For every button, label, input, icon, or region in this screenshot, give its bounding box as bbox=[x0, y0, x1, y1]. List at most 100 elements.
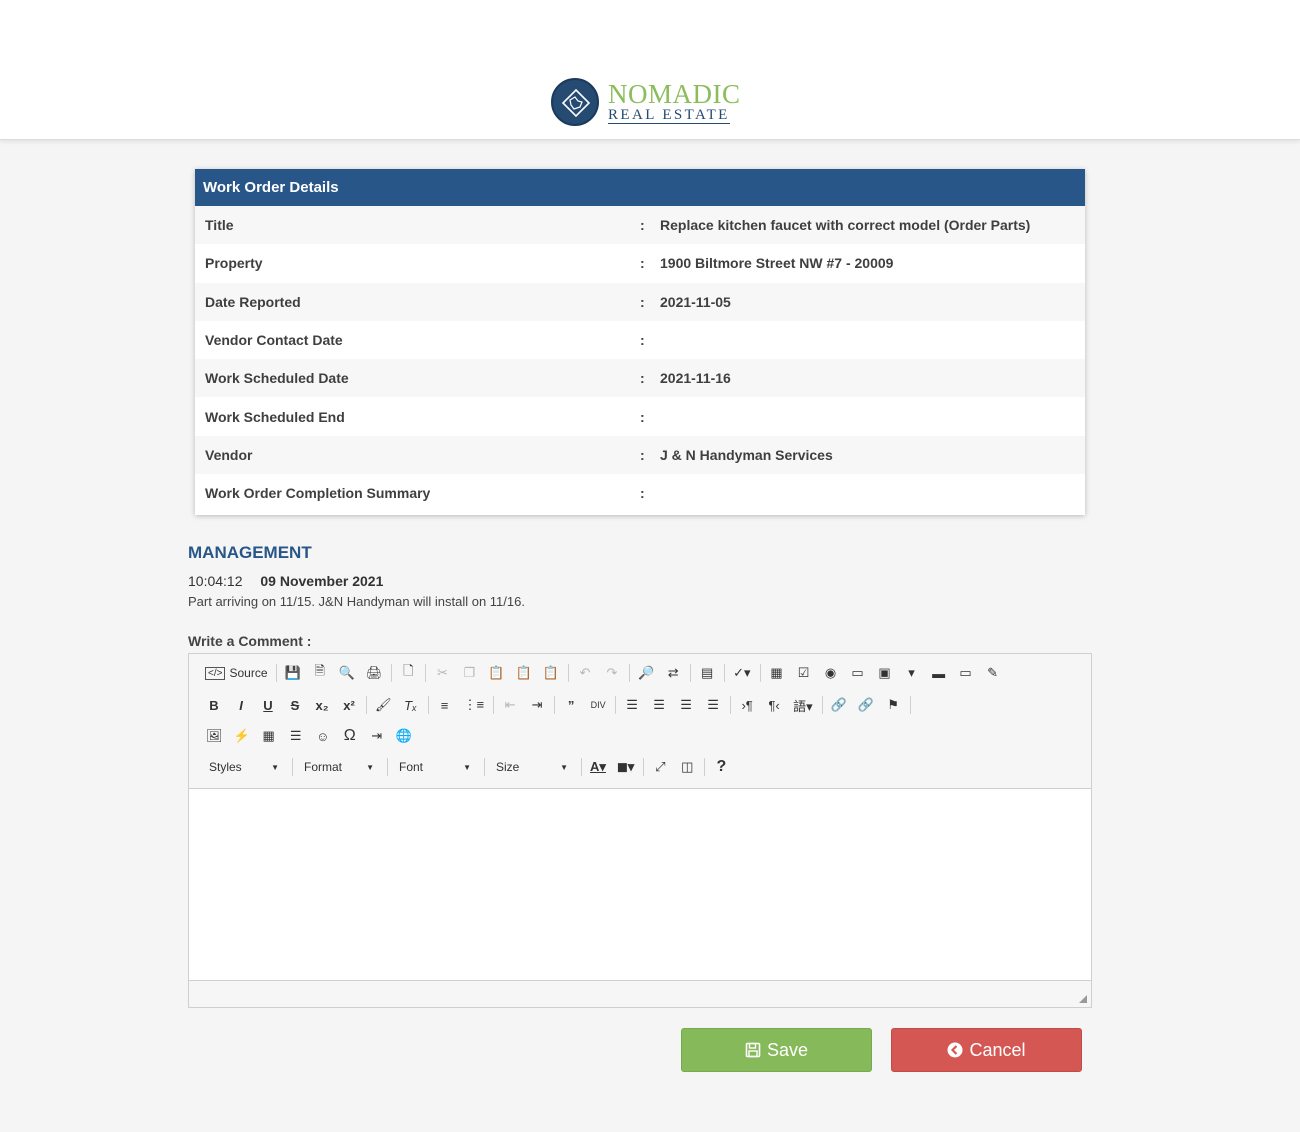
replace-icon[interactable]: ⇄ bbox=[662, 662, 684, 684]
strikethrough-icon[interactable]: S bbox=[284, 694, 306, 716]
card-title: Work Order Details bbox=[195, 169, 1085, 206]
write-comment-label: Write a Comment : bbox=[188, 633, 312, 649]
source-button[interactable]: </> Source bbox=[203, 662, 270, 684]
styles-dropdown[interactable]: Styles ▼ bbox=[203, 756, 285, 778]
new-page-icon[interactable]: 🗎 bbox=[309, 662, 331, 684]
help-icon[interactable]: ? bbox=[710, 756, 732, 778]
horizontal-line-icon[interactable]: ☰ bbox=[285, 725, 307, 747]
detail-value: J & N Handyman Services bbox=[660, 446, 833, 463]
paste-icon[interactable]: 📋 bbox=[485, 662, 507, 684]
button-field-icon[interactable]: ▬ bbox=[928, 662, 950, 684]
language-icon[interactable]: 語▾ bbox=[790, 694, 816, 716]
detail-label: Property bbox=[205, 255, 263, 272]
font-dropdown[interactable]: Font ▼ bbox=[393, 756, 477, 778]
remove-format-icon[interactable]: Tₓ bbox=[400, 694, 422, 716]
table-icon[interactable]: ▦ bbox=[258, 725, 280, 747]
ltr-icon[interactable]: ›¶ bbox=[736, 694, 758, 716]
underline-icon[interactable]: U bbox=[257, 694, 279, 716]
paste-word-icon[interactable]: 📋 bbox=[540, 662, 562, 684]
justify-icon[interactable]: ☰ bbox=[702, 694, 724, 716]
detail-row-property: Property : 1900 Biltmore Street NW #7 - … bbox=[195, 244, 1085, 283]
maximize-icon[interactable]: ⤢ bbox=[649, 756, 671, 778]
textfield-icon[interactable]: ▭ bbox=[847, 662, 869, 684]
brand-logo[interactable]: NOMADIC REAL ESTATE bbox=[551, 78, 741, 128]
templates-icon[interactable]: 🗋 bbox=[397, 662, 419, 684]
textarea-icon[interactable]: ▣ bbox=[874, 662, 896, 684]
detail-label: Vendor Contact Date bbox=[205, 332, 343, 349]
detail-label: Title bbox=[205, 217, 234, 234]
image-button-icon[interactable]: ▭ bbox=[955, 662, 977, 684]
checkbox-icon[interactable]: ☑ bbox=[793, 662, 815, 684]
comment-time: 10:04:12 bbox=[188, 573, 243, 589]
rich-text-editor: </> Source 💾 🗎 🔍 🖨 🗋 ✂ ❐ 📋 📋 📋 ↶ ↷ 🔎 ⇄ ▤ … bbox=[188, 653, 1092, 1008]
format-dropdown[interactable]: Format ▼ bbox=[298, 756, 380, 778]
redo-icon[interactable]: ↷ bbox=[601, 662, 623, 684]
detail-row-vendor-contact-date: Vendor Contact Date : bbox=[195, 320, 1085, 360]
detail-separator: : bbox=[640, 217, 645, 234]
floppy-disk-icon bbox=[745, 1042, 761, 1058]
save-button[interactable]: Save bbox=[681, 1028, 872, 1072]
detail-row-completion-summary: Work Order Completion Summary : bbox=[195, 474, 1085, 513]
detail-value: 1900 Biltmore Street NW #7 - 20009 bbox=[660, 255, 894, 272]
size-dropdown[interactable]: Size ▼ bbox=[490, 756, 574, 778]
detail-label: Work Scheduled End bbox=[205, 408, 345, 425]
print-icon[interactable]: 🖨 bbox=[363, 662, 386, 684]
select-all-icon[interactable]: ▤ bbox=[696, 662, 718, 684]
top-header: NOMADIC REAL ESTATE bbox=[0, 0, 1300, 140]
smiley-icon[interactable]: ☺ bbox=[312, 725, 334, 747]
link-icon[interactable]: 🔗 bbox=[828, 694, 850, 716]
outdent-icon[interactable]: ⇤ bbox=[499, 694, 521, 716]
detail-row-work-scheduled-end: Work Scheduled End : bbox=[195, 397, 1085, 436]
italic-icon[interactable]: I bbox=[230, 694, 252, 716]
detail-value: 2021-11-16 bbox=[660, 370, 731, 387]
background-color-icon[interactable]: ◼▾ bbox=[614, 756, 637, 778]
blockquote-icon[interactable]: ” bbox=[560, 694, 582, 716]
unlink-icon[interactable]: 🔗 bbox=[855, 694, 877, 716]
div-container-icon[interactable]: DIV bbox=[587, 694, 609, 716]
select-field-icon[interactable]: ▾ bbox=[901, 662, 923, 684]
detail-separator: : bbox=[640, 255, 645, 272]
detail-row-vendor: Vendor : J & N Handyman Services bbox=[195, 435, 1085, 475]
iframe-globe-icon[interactable]: 🌐 bbox=[393, 725, 415, 747]
detail-separator: : bbox=[640, 485, 645, 502]
bulleted-list-icon[interactable]: ⋮≡ bbox=[461, 694, 488, 716]
page-break-icon[interactable]: ⇥ bbox=[366, 725, 388, 747]
show-blocks-icon[interactable]: ◫ bbox=[676, 756, 698, 778]
paste-text-icon[interactable]: 📋 bbox=[513, 662, 535, 684]
editor-toolbar: </> Source 💾 🗎 🔍 🖨 🗋 ✂ ❐ 📋 📋 📋 ↶ ↷ 🔎 ⇄ ▤ … bbox=[189, 654, 1091, 789]
resize-handle-icon[interactable] bbox=[1079, 995, 1087, 1003]
subscript-icon[interactable]: x₂ bbox=[311, 694, 333, 716]
undo-icon[interactable]: ↶ bbox=[574, 662, 596, 684]
special-char-icon[interactable]: Ω bbox=[339, 725, 361, 747]
form-icon[interactable]: ▦ bbox=[766, 662, 788, 684]
detail-row-title: Title : Replace kitchen faucet with corr… bbox=[195, 206, 1085, 245]
chevron-down-icon: ▼ bbox=[271, 762, 279, 772]
indent-icon[interactable]: ⇥ bbox=[526, 694, 548, 716]
copy-icon[interactable]: ❐ bbox=[458, 662, 480, 684]
image-icon[interactable]: 🖼 bbox=[203, 725, 226, 747]
detail-separator: : bbox=[640, 446, 645, 463]
text-color-icon[interactable]: A▾ bbox=[587, 756, 609, 778]
detail-separator: : bbox=[640, 408, 645, 425]
copy-format-icon[interactable]: 🖌 bbox=[372, 694, 395, 716]
spellcheck-icon[interactable]: ✓▾ bbox=[730, 662, 753, 684]
align-center-icon[interactable]: ☰ bbox=[648, 694, 670, 716]
bold-icon[interactable]: B bbox=[203, 694, 225, 716]
cancel-button[interactable]: Cancel bbox=[891, 1028, 1082, 1072]
cut-icon[interactable]: ✂ bbox=[431, 662, 453, 684]
management-heading: MANAGEMENT bbox=[188, 543, 312, 562]
flash-icon[interactable]: ⚡ bbox=[231, 725, 253, 747]
save-icon[interactable]: 💾 bbox=[282, 662, 304, 684]
align-right-icon[interactable]: ☰ bbox=[675, 694, 697, 716]
comment-textarea[interactable] bbox=[189, 789, 1091, 981]
align-left-icon[interactable]: ☰ bbox=[621, 694, 643, 716]
preview-icon[interactable]: 🔍 bbox=[336, 662, 358, 684]
radio-icon[interactable]: ◉ bbox=[820, 662, 842, 684]
hidden-field-icon[interactable]: ✎ bbox=[982, 662, 1004, 684]
superscript-icon[interactable]: x² bbox=[338, 694, 360, 716]
rtl-icon[interactable]: ¶‹ bbox=[763, 694, 785, 716]
anchor-flag-icon[interactable]: ⚑ bbox=[882, 694, 904, 716]
numbered-list-icon[interactable]: ≡ bbox=[434, 694, 456, 716]
find-icon[interactable]: 🔎 bbox=[635, 662, 657, 684]
brand-subtitle: REAL ESTATE bbox=[608, 107, 730, 124]
